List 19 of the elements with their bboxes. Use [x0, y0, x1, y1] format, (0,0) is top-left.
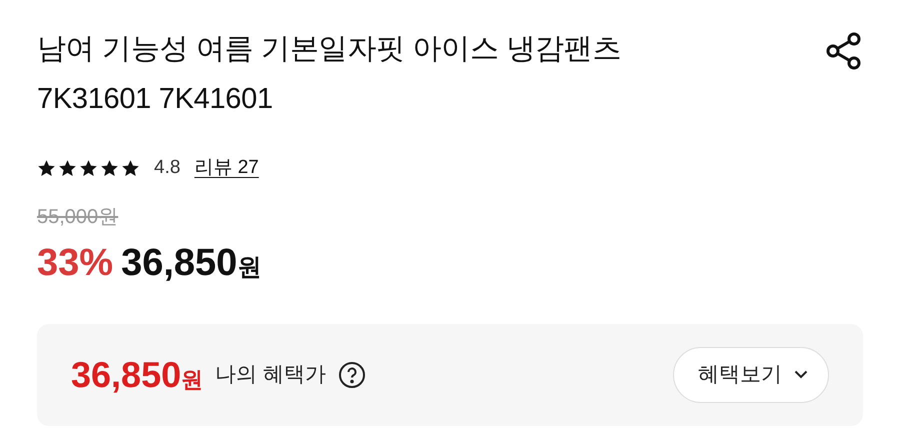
original-price: 55,000원	[37, 206, 118, 228]
review-link[interactable]: 리뷰 27	[194, 154, 259, 182]
rating-score: 4.8	[154, 156, 180, 180]
star-icon	[121, 158, 140, 178]
currency-unit: 원	[237, 252, 262, 282]
share-icon[interactable]	[825, 32, 863, 70]
chevron-down-icon	[794, 370, 808, 379]
benefit-label: 나의 혜택가	[215, 362, 326, 388]
sale-price: 36,850	[121, 240, 238, 286]
benefit-price: 36,850	[71, 352, 182, 396]
star-icon	[100, 158, 119, 178]
currency-unit: 원	[181, 366, 204, 394]
help-icon[interactable]	[338, 360, 366, 388]
star-icon	[37, 158, 56, 178]
view-benefits-button[interactable]: 혜택보기	[673, 346, 829, 402]
product-title: 남여 기능성 여름 기본일자핏 아이스 냉감팬츠 7K31601 7K41601	[37, 32, 622, 117]
discount-rate: 33%	[37, 240, 114, 286]
star-icon	[79, 158, 98, 178]
star-icon	[58, 158, 77, 178]
